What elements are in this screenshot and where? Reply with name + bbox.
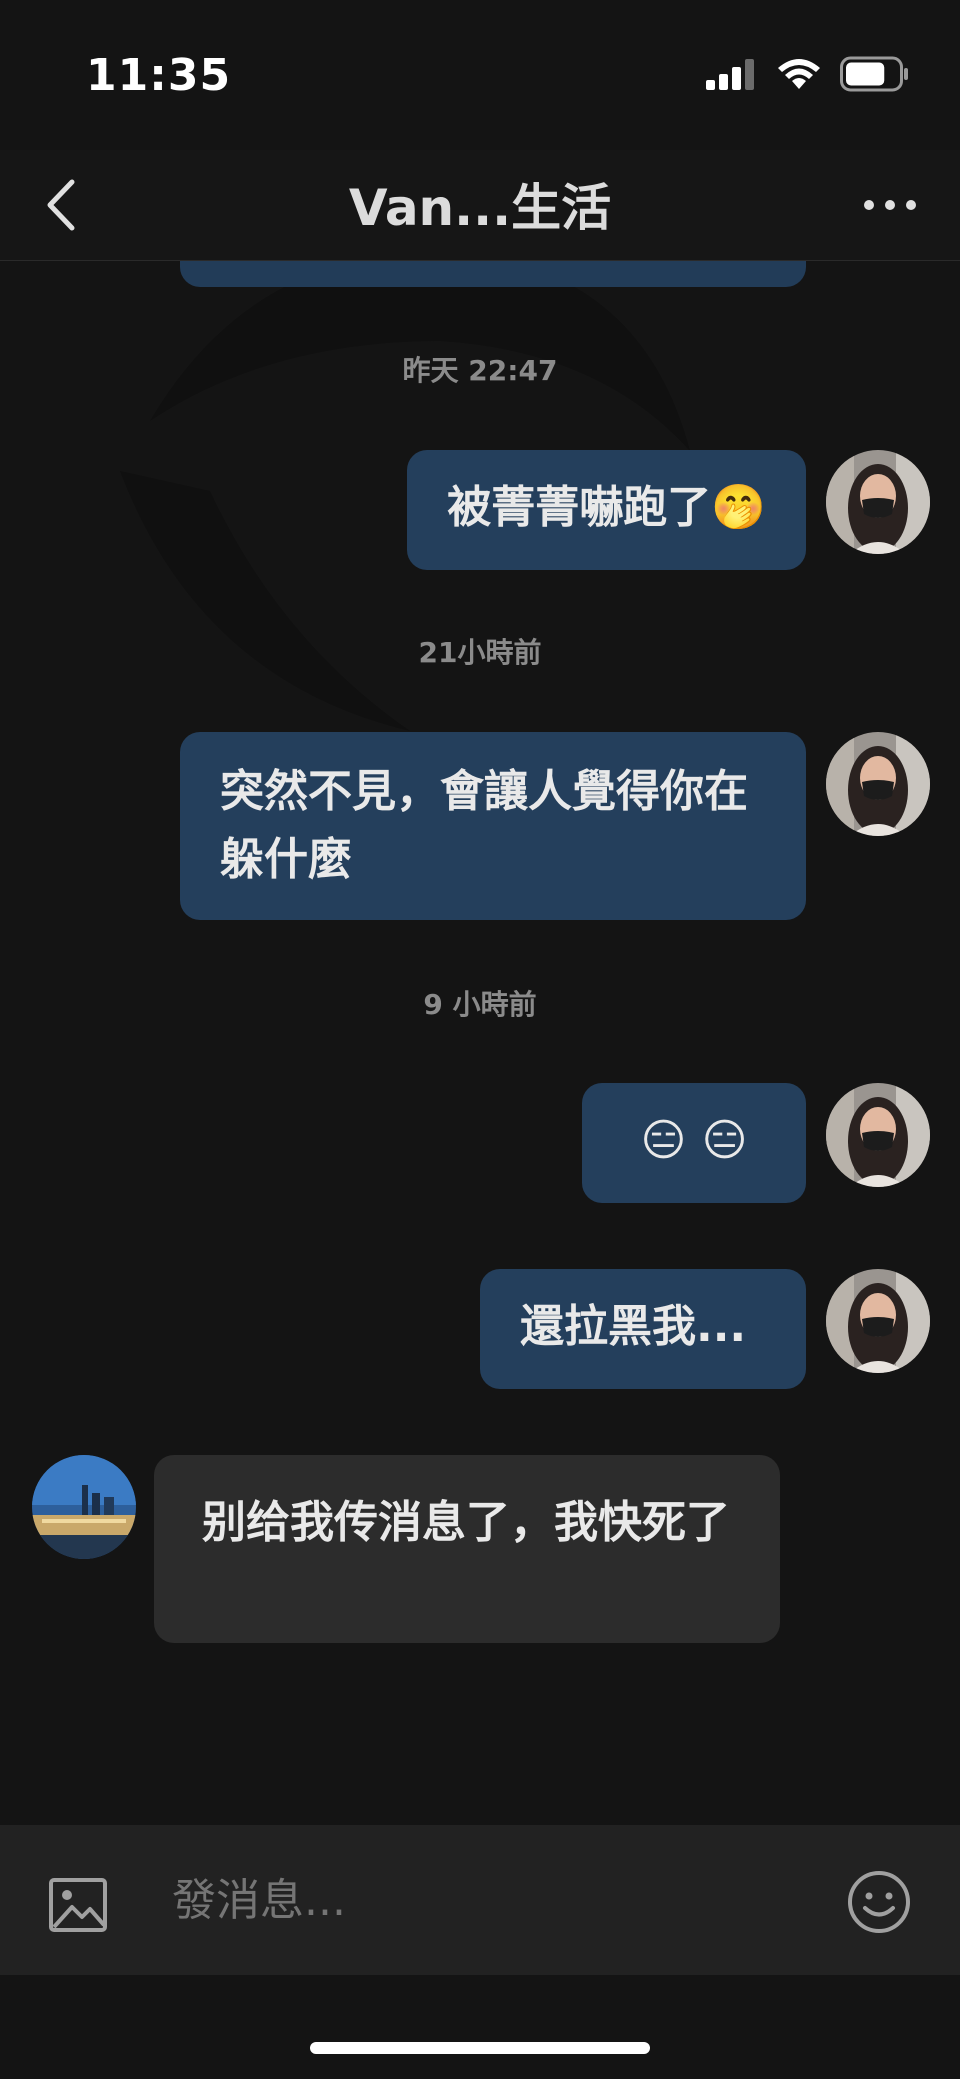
home-indicator[interactable] — [310, 2042, 650, 2054]
chat-area[interactable]: 昨天 22:47 被菁菁嚇跑了🤭 21小時前 突然不見，會讓人覺得你在躲什麼 9 — [0, 261, 960, 1825]
timestamp: 昨天 22:47 — [402, 354, 558, 387]
timestamp: 9 小時前 — [423, 988, 537, 1021]
image-icon[interactable] — [48, 1877, 108, 1933]
battery-icon — [840, 56, 908, 92]
emoji-face-with-hand-over-mouth: 🤭 — [711, 482, 766, 533]
avatar-self[interactable] — [826, 450, 930, 554]
avatar-contact[interactable] — [32, 1455, 136, 1559]
wifi-icon — [778, 59, 820, 89]
message-bubble-outgoing[interactable]: 還拉黑我... — [480, 1269, 806, 1389]
conversation-title: Van...生活 — [348, 179, 612, 237]
avatar-self[interactable] — [826, 1269, 930, 1373]
message-text: 被菁菁嚇跑了 — [447, 482, 712, 533]
avatar-self[interactable] — [826, 1083, 930, 1187]
signal-icon — [706, 59, 754, 90]
status-time: 11:35 — [86, 50, 232, 101]
message-text: 突然不見，會讓人覺得你在躲什麼 — [220, 766, 748, 885]
home-area — [0, 1975, 960, 2079]
message-bubble-outgoing[interactable]: 被菁菁嚇跑了🤭 — [407, 450, 806, 570]
message-bubble-outgoing[interactable]: 突然不見，會讓人覺得你在躲什麼 — [180, 732, 806, 920]
message-text-emoji: 😑 😑 — [640, 1115, 748, 1166]
message-composer — [0, 1825, 960, 1975]
message-bubble-outgoing[interactable]: 😑 😑 — [582, 1083, 806, 1203]
message-text: 别给我传消息了，我快死了 — [202, 1497, 730, 1548]
message-bubble-partial[interactable] — [180, 261, 806, 287]
more-dots-icon[interactable] — [860, 190, 920, 220]
timestamp: 21小時前 — [418, 636, 542, 669]
nav-bar: Van...生活 — [0, 150, 960, 261]
status-bar: 11:35 — [0, 0, 960, 150]
smiley-icon[interactable] — [846, 1869, 912, 1935]
message-text: 還拉黑我... — [520, 1301, 747, 1352]
message-bubble-incoming[interactable]: 别给我传消息了，我快死了 — [154, 1455, 780, 1643]
message-input[interactable] — [172, 1865, 812, 1937]
status-icons — [706, 56, 910, 92]
avatar-self[interactable] — [826, 732, 930, 836]
